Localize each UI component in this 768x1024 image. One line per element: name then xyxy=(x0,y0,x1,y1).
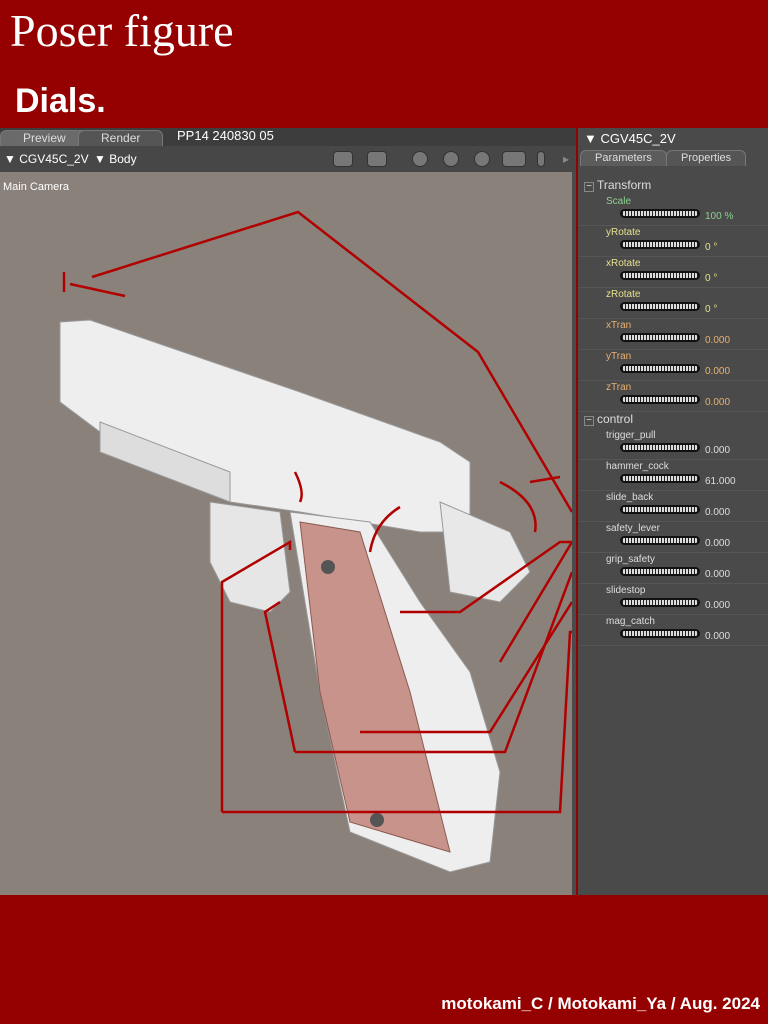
param-value[interactable]: 100 % xyxy=(705,211,733,222)
param-label: xRotate xyxy=(606,258,641,269)
param-dial[interactable] xyxy=(620,333,700,342)
param-value[interactable]: 0.000 xyxy=(705,366,730,377)
param-ytran: yTran 0.000 xyxy=(578,350,768,381)
page-title: Poser figure xyxy=(10,5,234,56)
panel-figure-select[interactable]: ▼ CGV45C_2V xyxy=(584,131,676,146)
param-label: hammer_cock xyxy=(606,461,669,472)
param-label: mag_catch xyxy=(606,616,655,627)
param-label: yTran xyxy=(606,351,632,362)
param-value[interactable]: 0.000 xyxy=(705,397,730,408)
param-dial[interactable] xyxy=(620,536,700,545)
param-dial[interactable] xyxy=(620,302,700,311)
param-value[interactable]: 0 ° xyxy=(705,242,717,253)
param-label: slide_back xyxy=(606,492,654,503)
param-grip_safety: grip_safety 0.000 xyxy=(578,553,768,584)
move-icon[interactable] xyxy=(502,151,526,167)
param-dial[interactable] xyxy=(620,505,700,514)
page-subtitle: Dials. xyxy=(15,82,106,120)
param-slide_back: slide_back 0.000 xyxy=(578,491,768,522)
parameters-panel: ▼ CGV45C_2V Parameters Properties − Trans… xyxy=(578,128,768,895)
param-label: xTran xyxy=(606,320,632,331)
tab-parameters[interactable]: Parameters xyxy=(580,150,667,166)
param-dial[interactable] xyxy=(620,474,700,483)
param-xrotate: xRotate 0 ° xyxy=(578,257,768,288)
param-dial[interactable] xyxy=(620,209,700,218)
light-icon[interactable] xyxy=(412,151,428,167)
viewport-toolbar: ▼ CGV45C_2V ▼ Body ▸ xyxy=(0,146,576,172)
param-value[interactable]: 0.000 xyxy=(705,445,730,456)
trackball-icon[interactable] xyxy=(474,151,490,167)
collapse-icon[interactable]: − xyxy=(584,416,594,426)
preview-tabs: Preview Render PP14 240830 05 xyxy=(0,128,576,146)
pistol-model xyxy=(59,210,572,873)
param-value[interactable]: 0.000 xyxy=(705,631,730,642)
group-header-transform[interactable]: − Transform xyxy=(584,178,651,192)
figure-select-label: CGV45C_2V xyxy=(19,152,89,166)
param-label: Scale xyxy=(606,196,632,207)
param-dial[interactable] xyxy=(620,443,700,452)
group-label: Transform xyxy=(597,178,652,192)
param-label: zRotate xyxy=(606,289,641,300)
collapse-icon[interactable]: − xyxy=(584,182,594,192)
param-label: safety_lever xyxy=(606,523,660,534)
param-label: zTran xyxy=(606,382,632,393)
figure-select[interactable]: ▼ CGV45C_2V xyxy=(4,152,89,166)
param-xtran: xTran 0.000 xyxy=(578,319,768,350)
param-value[interactable]: 0.000 xyxy=(705,569,730,580)
param-value[interactable]: 0.000 xyxy=(705,600,730,611)
param-dial[interactable] xyxy=(620,240,700,249)
param-dial[interactable] xyxy=(620,271,700,280)
param-safety_lever: safety_lever 0.000 xyxy=(578,522,768,553)
tab-preview[interactable]: Preview xyxy=(0,130,89,146)
param-label: trigger_pull xyxy=(606,430,656,441)
credit-text: motokami_C / Motokami_Ya / Aug. 2024 xyxy=(441,994,760,1013)
param-value[interactable]: 0.000 xyxy=(705,507,730,518)
tab-render[interactable]: Render xyxy=(78,130,164,146)
rotate-icon[interactable] xyxy=(443,151,459,167)
param-slidestop: slidestop 0.000 xyxy=(578,584,768,615)
preview-panel: Preview Render PP14 240830 05 ▼ CGV45C_2… xyxy=(0,128,576,895)
document-title: PP14 240830 05 xyxy=(177,128,274,143)
param-value[interactable]: 0 ° xyxy=(705,304,717,315)
param-zrotate: zRotate 0 ° xyxy=(578,288,768,319)
more-arrow-icon[interactable]: ▸ xyxy=(563,152,569,166)
tab-properties[interactable]: Properties xyxy=(666,150,747,166)
param-ztran: zTran 0.000 xyxy=(578,381,768,412)
panel-figure-label: CGV45C_2V xyxy=(600,131,676,146)
group-header-control[interactable]: − control xyxy=(584,412,633,426)
part-select[interactable]: ▼ Body xyxy=(94,152,137,166)
param-dial[interactable] xyxy=(620,598,700,607)
param-dial[interactable] xyxy=(620,364,700,373)
param-dial[interactable] xyxy=(620,395,700,404)
scale-icon[interactable] xyxy=(537,151,545,167)
param-label: grip_safety xyxy=(606,554,655,565)
param-mag_catch: mag_catch 0.000 xyxy=(578,615,768,646)
param-label: yRotate xyxy=(606,227,641,238)
param-value[interactable]: 0.000 xyxy=(705,335,730,346)
camera-select-icon[interactable] xyxy=(367,151,387,167)
part-select-label: Body xyxy=(109,152,137,166)
group-label: control xyxy=(597,412,634,426)
param-dial[interactable] xyxy=(620,567,700,576)
param-trigger_pull: trigger_pull 0.000 xyxy=(578,429,768,460)
camera-icon[interactable] xyxy=(333,151,353,167)
param-yrotate: yRotate 0 ° xyxy=(578,226,768,257)
param-label: slidestop xyxy=(606,585,646,596)
param-value[interactable]: 61.000 xyxy=(705,476,736,487)
param-value[interactable]: 0 ° xyxy=(705,273,717,284)
panel-tabs: Parameters Properties xyxy=(578,150,768,166)
param-hammer_cock: hammer_cock 61.000 xyxy=(578,460,768,491)
param-dial[interactable] xyxy=(620,629,700,638)
param-value[interactable]: 0.000 xyxy=(705,538,730,549)
viewport[interactable]: Main Camera xyxy=(0,172,572,895)
param-scale: Scale 100 % xyxy=(578,195,768,226)
